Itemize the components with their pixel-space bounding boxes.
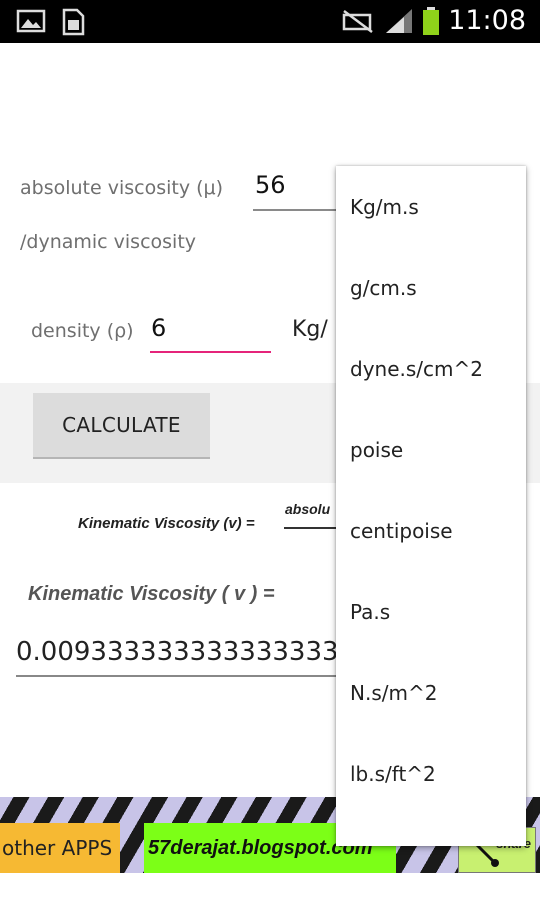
viscosity-label: absolute viscosity (μ) [20,177,224,199]
dropdown-option[interactable]: Kg/m.s [336,166,526,247]
mute-icon [342,10,373,33]
result-value: 0.0093333333333333334 [16,637,346,667]
sim-icon [62,8,85,36]
result-label: Kinematic Viscosity ( v ) = [28,583,275,605]
dropdown-option[interactable]: N.s/m^2 [336,652,526,733]
formula-fraction-bar [284,527,344,529]
formula-numerator: absolu [285,501,331,517]
dropdown-option[interactable]: Pa.s [336,571,526,652]
result-underline [16,675,346,677]
unit-dropdown: Kg/m.s g/cm.s dyne.s/cm^2 poise centipoi… [336,166,526,846]
calculate-button[interactable]: CALCULATE [33,393,210,459]
battery-icon [423,7,440,35]
viscosity-label-secondary: /dynamic viscosity [20,231,197,253]
density-input[interactable]: 6 [151,314,166,342]
viscosity-input-underline [253,209,343,211]
clock: 11:08 [448,5,526,36]
other-apps-button[interactable]: other APPS [0,823,120,873]
dropdown-option[interactable]: centipoise [336,490,526,571]
dropdown-option[interactable]: poise [336,409,526,490]
viscosity-input[interactable]: 56 [255,171,286,199]
signal-icon [386,9,413,33]
image-icon [16,9,46,33]
formula-label: Kinematic Viscosity (v) = [78,515,255,532]
density-unit-spinner[interactable]: Kg/ [292,317,328,342]
dropdown-option[interactable]: dyne.s/cm^2 [336,328,526,409]
density-label: density (ρ) [31,320,134,342]
dropdown-option[interactable]: lb.s/ft^2 [336,733,526,814]
dropdown-option[interactable]: g/cm.s [336,247,526,328]
status-bar: 11:08 [0,0,540,43]
density-input-underline [150,351,271,353]
app-content: absolute viscosity (μ) 56 /dynamic visco… [0,43,540,900]
